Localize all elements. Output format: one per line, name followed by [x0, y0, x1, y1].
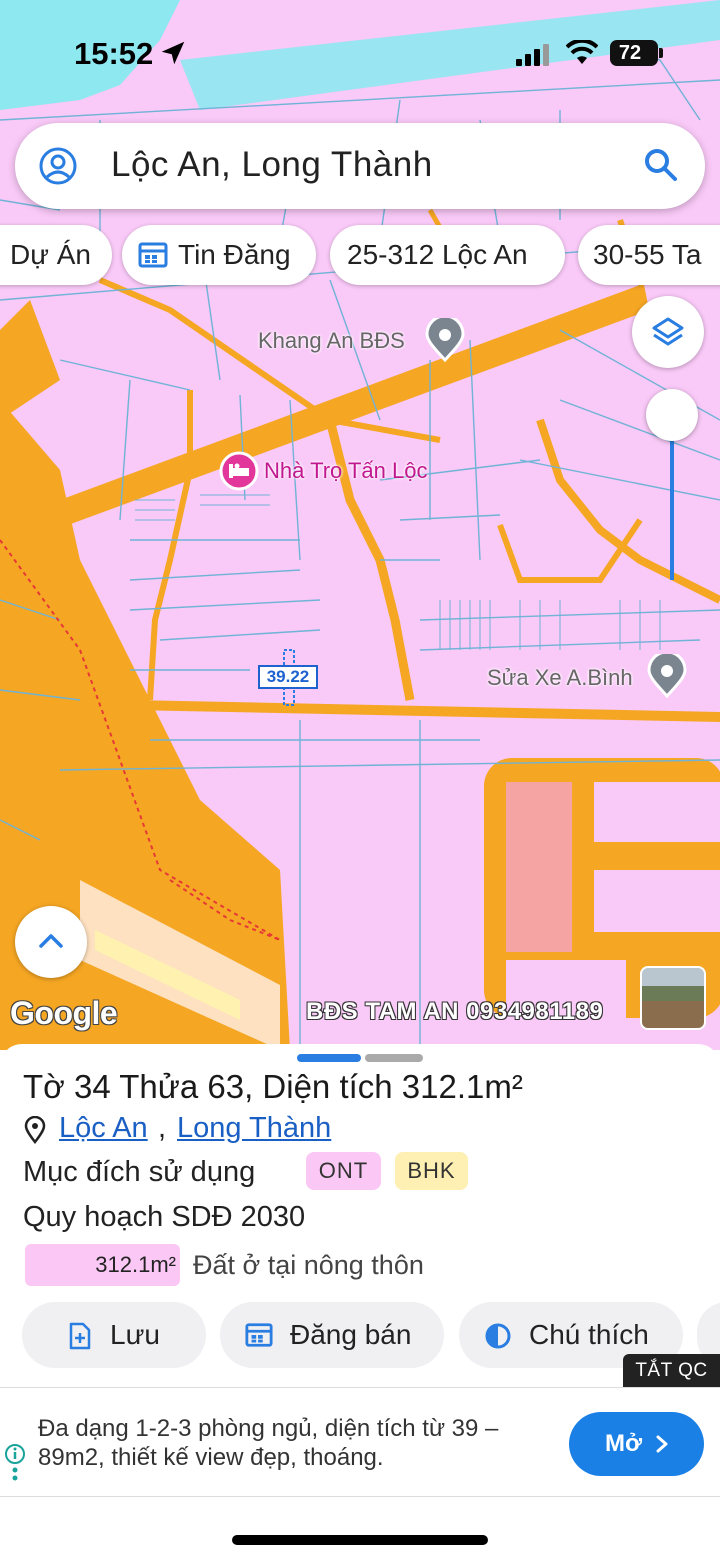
- chip-30-55[interactable]: 30-55 Ta: [578, 225, 720, 285]
- status-bar: 15:52 72: [0, 0, 720, 100]
- layers-icon: [652, 317, 684, 346]
- poi-nha-tro-label[interactable]: Nhà Trọ Tấn Lộc: [264, 458, 427, 484]
- search-input[interactable]: Lộc An, Long Thành: [111, 145, 433, 185]
- parcel-title: Tờ 34 Thửa 63, Diện tích 312.1m²: [23, 1068, 523, 1105]
- poi-khang-an-label[interactable]: Khang An BĐS: [258, 328, 405, 354]
- ad-banner[interactable]: Đa dạng 1-2-3 phòng ngủ, diện tích từ 39…: [0, 1387, 720, 1497]
- location-pin-icon: [24, 1116, 46, 1144]
- search-bar[interactable]: Lộc An, Long Thành: [15, 123, 705, 209]
- map-watermark: BĐS TAM AN 0934981189: [306, 998, 604, 1025]
- cellular-signal-icon: [516, 44, 549, 66]
- sheet-handle[interactable]: [365, 1054, 423, 1062]
- wifi-icon: [566, 40, 598, 64]
- calendar-icon: [245, 1323, 273, 1347]
- location-arrow-icon: [161, 41, 185, 65]
- street-view-thumbnail[interactable]: [640, 966, 706, 1030]
- contrast-icon: [485, 1323, 511, 1349]
- save-button-label: Lưu: [110, 1319, 160, 1350]
- account-icon[interactable]: [39, 147, 77, 185]
- area-swatch: 312.1m²: [25, 1244, 180, 1286]
- save-button[interactable]: Lưu: [22, 1302, 206, 1368]
- district-link[interactable]: Long Thành: [177, 1112, 331, 1145]
- search-icon[interactable]: [643, 147, 679, 183]
- hotel-pin-icon[interactable]: [218, 450, 260, 492]
- land-use-tag-ont[interactable]: ONT: [306, 1152, 381, 1190]
- app: 15:52 72 Lộc An, Long Thành Dự Án Tin Đă…: [0, 0, 720, 1560]
- ad-info-icon[interactable]: [4, 1444, 26, 1484]
- area-description: Đất ở tại nông thôn: [193, 1250, 424, 1280]
- post-for-sale-label: Đăng bán: [290, 1319, 412, 1350]
- parcel-dimension-label: 39.22: [258, 665, 318, 689]
- sheet-handle-active[interactable]: [297, 1054, 361, 1062]
- planning-label: Quy hoạch SDĐ 2030: [23, 1201, 306, 1233]
- chip-tin-dang[interactable]: Tin Đăng: [122, 225, 316, 285]
- poi-pin-icon[interactable]: [424, 318, 466, 362]
- ad-open-label: Mở: [605, 1430, 643, 1457]
- layers-button[interactable]: [632, 296, 704, 368]
- chevron-right-icon: [656, 1435, 668, 1453]
- ad-open-button[interactable]: Mở: [569, 1412, 704, 1476]
- battery-level: 72: [618, 42, 642, 64]
- map-view[interactable]: 15:52 72 Lộc An, Long Thành Dự Án Tin Đă…: [0, 0, 720, 1050]
- battery-icon: 72: [610, 40, 663, 66]
- parcel-info-sheet: Tờ 34 Thửa 63, Diện tích 312.1m² Lộc An …: [0, 1044, 720, 1560]
- ad-text: Đa dạng 1-2-3 phòng ngủ, diện tích từ 39…: [38, 1415, 499, 1471]
- land-use-tag-bhk[interactable]: BHK: [395, 1152, 468, 1190]
- google-logo: Google: [10, 995, 118, 1031]
- land-use-label: Mục đích sử dụng: [23, 1156, 256, 1188]
- filter-chips: Dự Án Tin Đăng 25-312 Lộc An 30-55 Ta: [0, 225, 720, 285]
- close-ad-button[interactable]: TẮT QC: [623, 1354, 720, 1388]
- opacity-slider-thumb[interactable]: [646, 389, 698, 441]
- calendar-icon: [138, 242, 168, 268]
- chip-du-an[interactable]: Dự Án: [0, 225, 112, 285]
- status-time: 15:52: [74, 36, 154, 71]
- chip-tin-dang-label: Tin Đăng: [178, 239, 291, 270]
- poi-sua-xe-label[interactable]: Sửa Xe A.Bình: [487, 665, 633, 691]
- expand-sheet-button[interactable]: [15, 906, 87, 978]
- post-for-sale-button[interactable]: Đăng bán: [220, 1302, 444, 1368]
- poi-pin-icon[interactable]: [646, 654, 688, 698]
- chip-25-312-loc-an[interactable]: 25-312 Lộc An: [330, 225, 565, 285]
- home-indicator[interactable]: [232, 1535, 488, 1545]
- commune-link[interactable]: Lộc An: [59, 1112, 148, 1145]
- location-separator: ,: [158, 1112, 167, 1144]
- add-document-icon: [69, 1322, 91, 1350]
- chevron-up-icon: [39, 934, 63, 948]
